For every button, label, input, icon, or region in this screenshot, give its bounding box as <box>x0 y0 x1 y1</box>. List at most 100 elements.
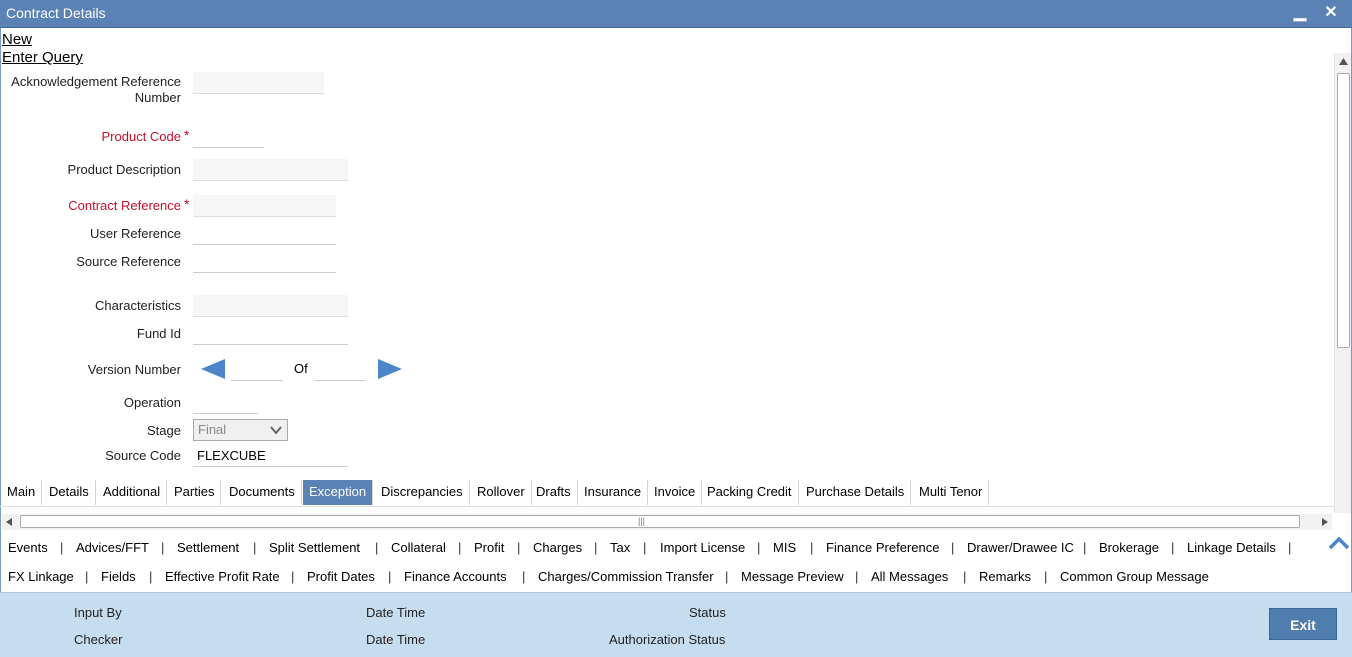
chevron-down-icon <box>270 426 282 435</box>
link-finance-accounts[interactable]: Finance Accounts <box>404 569 507 584</box>
operation-label: Operation <box>123 395 181 410</box>
scroll-grip-icon: ||| <box>638 516 646 526</box>
separator: | <box>757 540 761 555</box>
separator: | <box>1171 540 1175 555</box>
previous-version-arrow-icon[interactable] <box>201 359 225 379</box>
tab-rollover[interactable]: Rollover <box>471 480 532 505</box>
stage-select[interactable]: Final <box>193 419 288 441</box>
link-charges[interactable]: Charges <box>533 540 582 555</box>
vertical-scrollbar[interactable] <box>1334 53 1351 513</box>
horizontal-scrollbar[interactable]: ||| <box>2 514 1332 530</box>
link-message-preview[interactable]: Message Preview <box>741 569 844 584</box>
tab-discrepancies[interactable]: Discrepancies <box>375 480 470 505</box>
next-version-arrow-icon[interactable] <box>378 359 402 379</box>
separator: | <box>643 540 647 555</box>
tab-insurance[interactable]: Insurance <box>578 480 649 505</box>
source-code-label: Source Code <box>105 448 181 463</box>
separator: | <box>388 569 392 584</box>
link-fx-linkage[interactable]: FX Linkage <box>8 569 74 584</box>
horizontal-scroll-thumb[interactable] <box>20 515 1300 528</box>
link-collateral[interactable]: Collateral <box>391 540 446 555</box>
separator: | <box>60 540 64 555</box>
separator: | <box>458 540 462 555</box>
separator: | <box>85 569 89 584</box>
link-drawer-drawee-ic[interactable]: Drawer/Drawee IC <box>967 540 1074 555</box>
close-button[interactable]: ✕ <box>1321 2 1341 24</box>
product-code-field[interactable] <box>193 126 264 148</box>
contract-ref-field[interactable] <box>193 195 336 217</box>
link-effective-profit-rate[interactable]: Effective Profit Rate <box>165 569 280 584</box>
new-link[interactable]: New <box>2 31 32 48</box>
tab-main[interactable]: Main <box>1 480 43 505</box>
tab-drafts[interactable]: Drafts <box>530 480 578 505</box>
authorization-status-label: Authorization Status <box>609 632 726 647</box>
link-split-settlement[interactable]: Split Settlement <box>269 540 360 555</box>
link-advices-fft[interactable]: Advices/FFT <box>76 540 149 555</box>
user-ref-field[interactable] <box>193 223 336 245</box>
link-finance-preference[interactable]: Finance Preference <box>826 540 939 555</box>
link-import-license[interactable]: Import License <box>660 540 745 555</box>
status-label: Status <box>689 605 726 620</box>
source-ref-field[interactable] <box>193 251 336 273</box>
tab-multi-tenor[interactable]: Multi Tenor <box>913 480 990 505</box>
scroll-right-icon[interactable] <box>1322 518 1328 526</box>
link-common-group-message[interactable]: Common Group Message <box>1060 569 1209 584</box>
contract-ref-label: Contract Reference <box>68 198 181 213</box>
tab-parties[interactable]: Parties <box>168 480 222 505</box>
vertical-scroll-thumb[interactable] <box>1337 73 1350 348</box>
subsystem-links-row-1: Events | Advices/FFT | Settlement | Spli… <box>0 540 1330 566</box>
input-by-label: Input By <box>74 605 122 620</box>
separator: | <box>594 540 598 555</box>
exit-button[interactable]: Exit <box>1269 608 1337 640</box>
operation-field[interactable] <box>193 392 258 414</box>
link-settlement[interactable]: Settlement <box>177 540 239 555</box>
required-marker: * <box>184 127 190 143</box>
scroll-left-icon[interactable] <box>6 518 12 526</box>
enter-query-link[interactable]: Enter Query <box>2 49 83 66</box>
tab-documents[interactable]: Documents <box>223 480 302 505</box>
audit-footer: Input By Checker Date Time Date Time Sta… <box>0 592 1352 657</box>
tab-details[interactable]: Details <box>43 480 96 505</box>
separator: | <box>725 569 729 584</box>
source-ref-label: Source Reference <box>76 254 181 269</box>
link-remarks[interactable]: Remarks <box>979 569 1031 584</box>
stage-value: Final <box>198 422 227 437</box>
collapse-chevron-up-icon[interactable] <box>1327 535 1351 551</box>
tab-purchase-details[interactable]: Purchase Details <box>800 480 912 505</box>
product-desc-field[interactable] <box>193 159 348 181</box>
version-current-field[interactable] <box>231 359 283 381</box>
ack-ref-label: Acknowledgement Reference Number <box>11 74 181 105</box>
link-tax[interactable]: Tax <box>610 540 630 555</box>
version-total-field[interactable] <box>314 359 366 381</box>
link-mis[interactable]: MIS <box>773 540 796 555</box>
checker-date-time-label: Date Time <box>366 632 426 647</box>
separator: | <box>1083 540 1087 555</box>
link-profit[interactable]: Profit <box>474 540 504 555</box>
window-title: Contract Details <box>6 5 106 21</box>
link-fields[interactable]: Fields <box>101 569 136 584</box>
link-brokerage[interactable]: Brokerage <box>1099 540 1159 555</box>
separator: | <box>963 569 967 584</box>
of-label: Of <box>294 361 308 376</box>
fund-id-field[interactable] <box>193 323 348 345</box>
link-all-messages[interactable]: All Messages <box>871 569 948 584</box>
tab-packing-credit[interactable]: Packing Credit <box>701 480 799 505</box>
ack-ref-field[interactable] <box>193 72 324 94</box>
characteristics-field[interactable] <box>193 295 348 317</box>
minimize-button[interactable]: ▁ <box>1290 2 1310 24</box>
tab-exception[interactable]: Exception <box>303 480 374 505</box>
separator: | <box>161 540 165 555</box>
scroll-up-icon[interactable] <box>1339 58 1348 65</box>
tab-additional[interactable]: Additional <box>97 480 168 505</box>
link-profit-dates[interactable]: Profit Dates <box>307 569 375 584</box>
source-code-value: FLEXCUBE <box>197 448 266 463</box>
product-desc-label: Product Description <box>67 162 181 177</box>
separator: | <box>517 540 521 555</box>
tab-invoice[interactable]: Invoice <box>648 480 703 505</box>
product-code-label: Product Code <box>101 129 182 144</box>
separator: | <box>1288 540 1292 555</box>
link-events[interactable]: Events <box>8 540 48 555</box>
source-code-field[interactable]: FLEXCUBE <box>193 445 348 467</box>
link-charges-commission-transfer[interactable]: Charges/Commission Transfer <box>538 569 714 584</box>
link-linkage-details[interactable]: Linkage Details <box>1187 540 1276 555</box>
